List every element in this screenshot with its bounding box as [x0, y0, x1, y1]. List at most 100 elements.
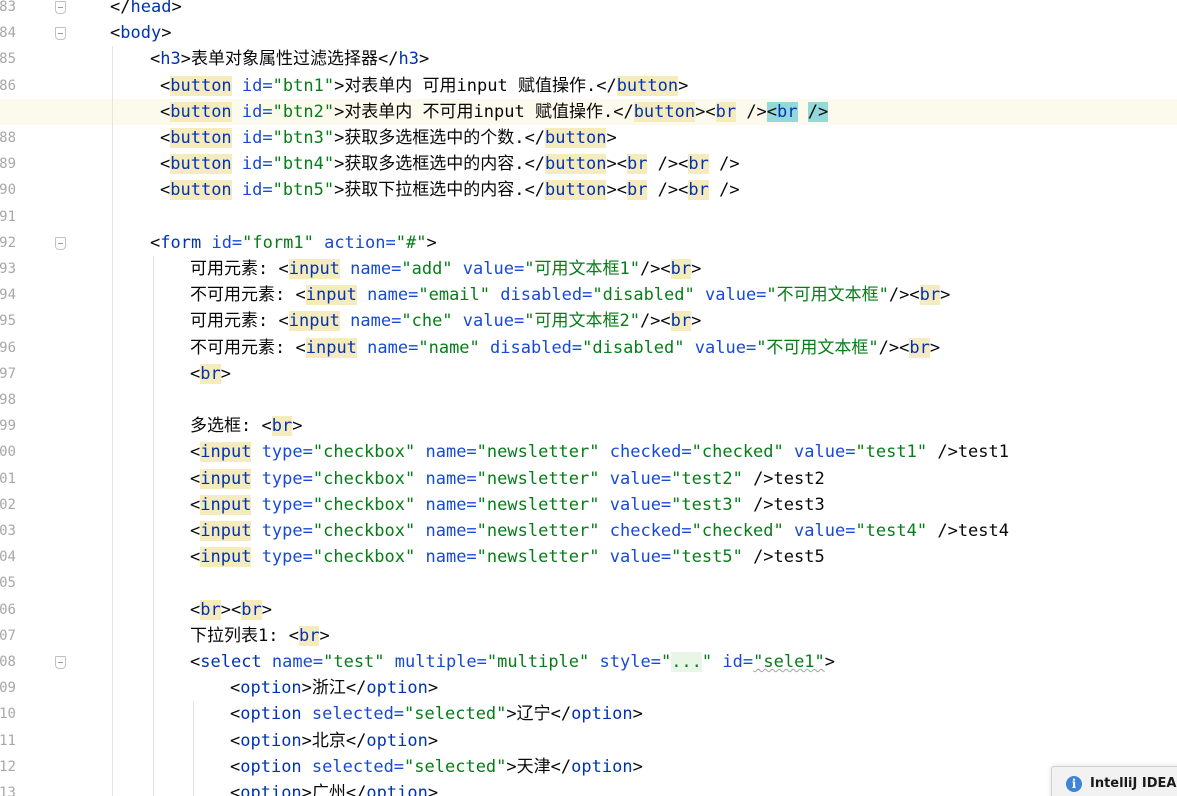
code-token: name=	[367, 285, 419, 306]
code-token: br	[298, 625, 320, 646]
code-line[interactable]: <button id="btn5">获取下拉框选中的内容.</button><b…	[0, 177, 1177, 203]
code-line[interactable]: <button id="btn4">获取多选框选中的内容.</button><b…	[0, 151, 1177, 177]
code-line[interactable]: <button id="btn2">对表单内 不可用input 赋值操作.</b…	[0, 98, 1177, 125]
ide-notification[interactable]: i IntelliJ IDEA	[1051, 766, 1177, 796]
code-line[interactable]: <body>	[0, 20, 1177, 46]
code-token: disabled=	[490, 337, 583, 358]
code-token: br	[200, 599, 221, 620]
code-line[interactable]: <br><br>	[0, 597, 1177, 623]
code-token: br	[909, 337, 930, 358]
code-line[interactable]: 不可用元素: <input name="name" disabled="disa…	[0, 335, 1177, 361]
code-line[interactable]: <input type="checkbox" name="newsletter"…	[0, 492, 1177, 518]
code-token: button	[170, 128, 232, 148]
code-token: </	[613, 101, 634, 122]
code-line[interactable]	[0, 570, 1177, 596]
code-line[interactable]	[0, 204, 1177, 230]
code-token: id=	[211, 232, 243, 253]
code-line[interactable]: <option>广州</option>	[0, 780, 1177, 796]
code-token: <	[278, 259, 289, 279]
code-line[interactable]: <option selected="selected">天津</option>	[0, 754, 1177, 780]
code-token: "selected"	[404, 756, 507, 777]
code-token: input	[200, 442, 252, 463]
code-line[interactable]: <button id="btn3">获取多选框选中的个数.</button>	[0, 125, 1177, 151]
code-token: "可用文本框1"	[524, 259, 640, 279]
code-line[interactable]: <form id="form1" action="#">	[0, 230, 1177, 256]
code-token: "test1"	[855, 442, 928, 463]
code-line[interactable]: <select name="test" multiple="multiple" …	[0, 649, 1177, 675]
code-line[interactable]: <br>	[0, 361, 1177, 387]
code-token: "sele1"	[753, 652, 825, 672]
code-line[interactable]: 下拉列表1: <br>	[0, 623, 1177, 649]
code-token: "	[660, 652, 672, 672]
code-line[interactable]: <option>浙江</option>	[0, 675, 1177, 701]
code-token: button	[616, 75, 679, 96]
code-line[interactable]: </head>	[0, 0, 1177, 20]
code-line[interactable]: <option>北京</option>	[0, 728, 1177, 754]
code-line[interactable]: 多选框: <br>	[0, 413, 1177, 439]
code-token: >	[301, 783, 312, 796]
code-token: br	[626, 154, 648, 175]
code-token: option	[240, 783, 302, 796]
code-token: value=	[462, 259, 525, 279]
code-token: input	[200, 494, 252, 515]
code-token: action=	[324, 232, 396, 253]
code-token: option	[240, 756, 302, 777]
code-line[interactable]: 可用元素: <input name="che" value="可用文本框2"/>…	[0, 308, 1177, 334]
code-line[interactable]	[0, 387, 1177, 413]
code-token: id=	[241, 128, 273, 148]
code-token: <	[160, 75, 171, 96]
code-token: "checkbox"	[312, 442, 416, 463]
code-token: <	[261, 416, 272, 437]
code-token: <	[230, 756, 241, 777]
code-editor[interactable]: 8384858687888990919293949596979899100101…	[0, 0, 1177, 796]
code-token: value=	[694, 337, 757, 358]
info-icon: i	[1066, 776, 1082, 792]
code-token: "不可用文本框"	[756, 337, 879, 358]
code-line[interactable]: 可用元素: <input name="add" value="可用文本框1"/>…	[0, 256, 1177, 282]
code-token: "selected"	[404, 704, 507, 725]
code-token: <	[278, 311, 289, 332]
code-line[interactable]: <input type="checkbox" name="newsletter"…	[0, 518, 1177, 544]
code-token: ><	[220, 599, 242, 620]
code-token: "btn5"	[272, 180, 335, 201]
code-token: "#"	[395, 232, 427, 253]
code-line[interactable]: <input type="checkbox" name="newsletter"…	[0, 466, 1177, 492]
code-token: "btn2"	[272, 101, 335, 122]
code-line[interactable]: <button id="btn1">对表单内 可用input 赋值操作.</bu…	[0, 73, 1177, 99]
code-token: name=	[425, 468, 477, 489]
code-token: "test5"	[671, 547, 743, 568]
code-token: </	[524, 128, 546, 148]
code-token: <	[190, 442, 201, 463]
code-token: "newsletter"	[476, 494, 600, 515]
code-token: selected=	[311, 704, 405, 725]
code-token: <	[190, 599, 201, 620]
code-token: />	[742, 494, 774, 515]
code-token: type=	[261, 442, 313, 463]
code-token: "disabled"	[592, 285, 695, 306]
code-token: <	[190, 547, 201, 568]
code-line[interactable]: <option selected="selected">辽宁</option>	[0, 701, 1177, 727]
code-token: input	[305, 285, 357, 306]
code-token: ><	[606, 180, 627, 201]
code-token: "name"	[418, 337, 480, 358]
code-token: "btn3"	[272, 128, 335, 148]
code-token: >	[940, 285, 951, 306]
code-line[interactable]: 不可用元素: <input name="email" disabled="dis…	[0, 282, 1177, 308]
code-token: <	[230, 730, 241, 751]
code-line[interactable]: <h3>表单对象属性过滤选择器</h3>	[0, 46, 1177, 72]
code-token: "newsletter"	[476, 547, 600, 568]
code-line[interactable]: <input type="checkbox" name="newsletter"…	[0, 439, 1177, 465]
code-token: input	[200, 521, 252, 541]
code-token: >	[171, 0, 182, 17]
code-token: <	[160, 128, 171, 148]
code-line[interactable]: <input type="checkbox" name="newsletter"…	[0, 544, 1177, 570]
code-token: body	[120, 23, 162, 44]
